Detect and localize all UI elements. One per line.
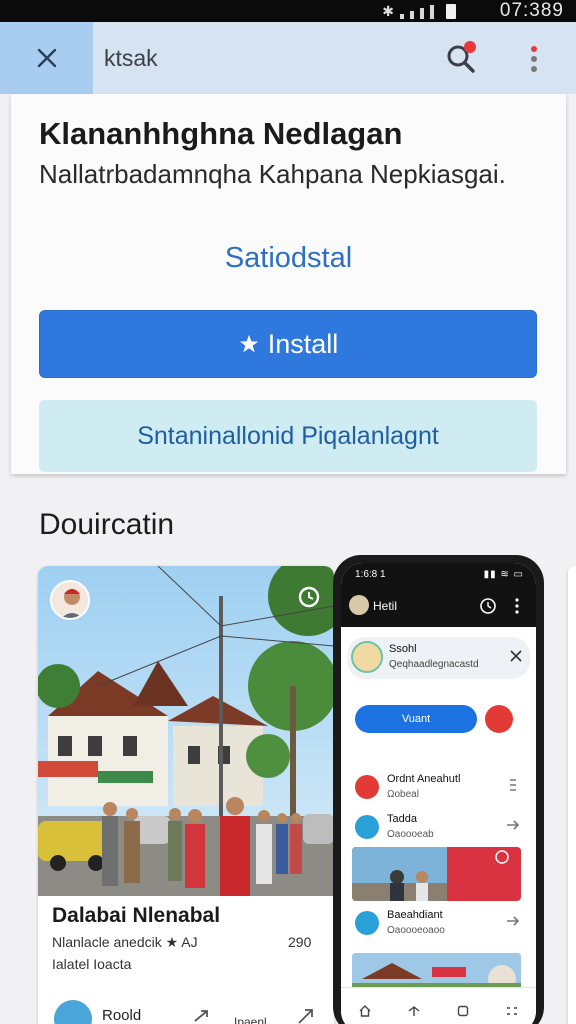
back-icon[interactable]: [407, 1004, 421, 1018]
install-button[interactable]: Install: [39, 310, 537, 378]
signal-bar: [410, 11, 414, 19]
list-item[interactable]: Tadda Oaoooeab: [353, 809, 527, 845]
phone-status-icons: ▮▮ ≋ ▭: [483, 569, 524, 580]
footer-name: Roold: [102, 1007, 142, 1024]
list-item-subtitle: Ωobeal: [387, 789, 419, 800]
screenshot-card-next[interactable]: [568, 566, 576, 1024]
card-title: Dalabai Nlenabal: [52, 904, 221, 927]
list-item-title: Tadda: [387, 813, 417, 825]
status-icons: ✱: [382, 3, 456, 19]
close-icon[interactable]: [509, 649, 523, 663]
bluetooth-icon: ✱: [382, 3, 394, 19]
close-button[interactable]: [0, 22, 93, 94]
home-icon[interactable]: [358, 1004, 372, 1018]
secondary-action-button[interactable]: Sntaninallonid Piqalanlagnt: [39, 400, 537, 472]
battery-icon: [446, 4, 456, 19]
avatar: [349, 595, 369, 615]
phone-header: Hetil: [341, 585, 536, 627]
app-description: Nallatrbadamnqha Kahpana Nepkiasgai.: [39, 159, 506, 189]
share-icon[interactable]: [296, 1006, 316, 1024]
list-item-title: Baeahdiant: [387, 909, 443, 921]
footer-text: Ipaenl: [234, 1015, 267, 1024]
arrow-right-icon[interactable]: [505, 913, 521, 929]
media-thumbnail[interactable]: [352, 847, 521, 901]
list-item[interactable]: Ordnt Aneahutl Ωobeal: [353, 769, 527, 805]
app-icon: [355, 911, 379, 935]
phone-nav-bar: [341, 987, 536, 1024]
status-time: 07:389: [499, 0, 564, 21]
card-subtitle-2: Ialatel Ioacta: [52, 956, 132, 972]
signal-bar: [420, 8, 424, 19]
share-icon[interactable]: [192, 1006, 212, 1024]
app-title: Klananhhghna Nedlagan: [39, 116, 403, 151]
search-bar: ktsak: [0, 22, 576, 94]
phone-primary-button[interactable]: Vuant: [355, 705, 477, 733]
section-title: Douircatin: [39, 508, 175, 541]
phone-screen: 1:6:8 1 ▮▮ ≋ ▭ Hetil Ssohl Qeqhaadlegnac…: [341, 563, 536, 1024]
more-vert-icon[interactable]: [524, 42, 544, 76]
drag-handle-icon[interactable]: [505, 777, 521, 793]
notification-title: Ssohl: [389, 643, 417, 655]
list-item[interactable]: Baeahdiant Oaoooeoaoo: [353, 905, 527, 941]
screenshot-card[interactable]: Dalabai Nlenabal Nlanlacle anedcik ★ AJ …: [38, 566, 334, 1024]
footer-avatar: [54, 1000, 92, 1024]
arrow-right-icon[interactable]: [505, 817, 521, 833]
target-icon[interactable]: [296, 584, 322, 610]
photo-thumbnail: [352, 847, 509, 901]
signal-bar: [430, 5, 434, 19]
phone-time: 1:6:8 1: [355, 569, 386, 580]
card-subtitle: Nlanlacle anedcik ★ AJ: [52, 934, 198, 950]
app-details-card: Klananhhghna Nedlagan Nallatrbadamnqha K…: [11, 94, 566, 474]
secondary-action-label: Sntaninallonid Piqalanlagnt: [137, 421, 439, 450]
clock-icon[interactable]: [479, 597, 497, 615]
card-count: 290: [288, 934, 312, 950]
app-icon: [355, 815, 379, 839]
star-icon: [239, 334, 258, 353]
app-icon: [355, 775, 379, 799]
notification-subtitle: Qeqhaadlegnacastd: [389, 659, 479, 670]
close-icon: [37, 48, 56, 68]
avatar: [50, 580, 90, 620]
search-icon[interactable]: [445, 41, 479, 75]
more-vert-icon[interactable]: [513, 597, 521, 615]
list-item-title: Ordnt Aneahutl: [387, 773, 461, 785]
search-input[interactable]: ktsak: [104, 45, 158, 72]
status-bar: ✱ 07:389: [0, 0, 576, 22]
developer-link[interactable]: Satiodstal: [11, 242, 566, 275]
grid-icon[interactable]: [505, 1004, 519, 1018]
record-button[interactable]: [485, 705, 513, 733]
phone-header-name: Hetil: [373, 599, 398, 613]
notification-card[interactable]: Ssohl Qeqhaadlegnacastd: [347, 637, 530, 679]
list-item-subtitle: Oaoooeoaoo: [387, 925, 445, 936]
signal-bar: [400, 14, 404, 19]
app-store-page: ✱ 07:389 ktsak Klananhhghna Nedlagan Nal…: [0, 0, 576, 1024]
install-label: Install: [267, 328, 339, 359]
list-item-subtitle: Oaoooeab: [387, 829, 434, 840]
avatar: [351, 641, 383, 673]
phone-status-bar: 1:6:8 1 ▮▮ ≋ ▭: [341, 563, 536, 585]
square-icon[interactable]: [456, 1004, 470, 1018]
phone-screenshot[interactable]: 1:6:8 1 ▮▮ ≋ ▭ Hetil Ssohl Qeqhaadlegnac…: [333, 555, 544, 1024]
